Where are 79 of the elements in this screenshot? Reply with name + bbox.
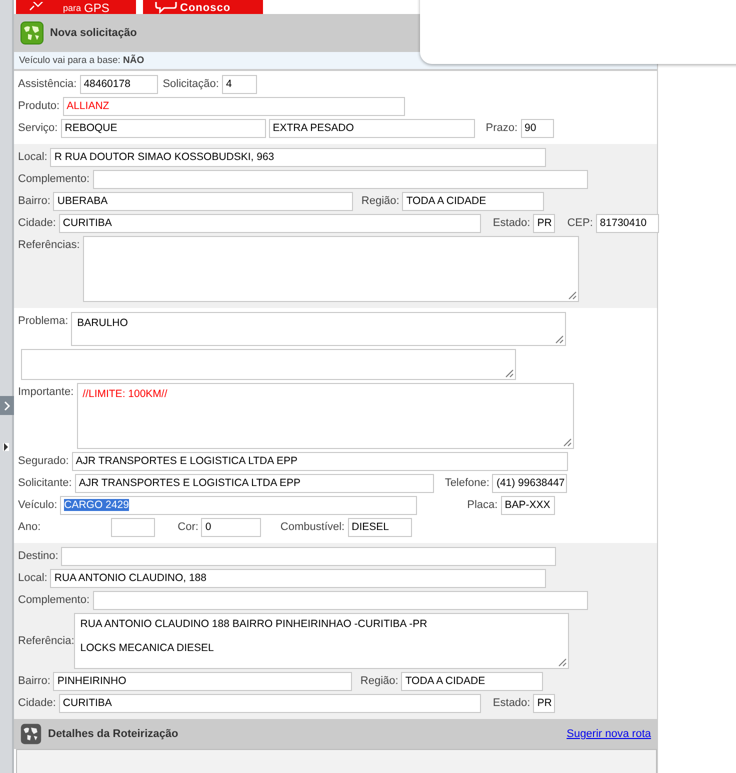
resize-grip-icon[interactable]	[568, 291, 577, 300]
panel-title: Detalhes da Roteirização	[48, 728, 178, 740]
base-notice: Veículo vai para a base: NÃO	[19, 55, 144, 66]
field-label: Complemento:	[18, 593, 90, 608]
input-field[interactable]: RUA ANTONIO CLAUDINO, 188	[50, 569, 546, 588]
field-label: Importante:	[18, 385, 74, 400]
field-label: Produto:	[18, 99, 60, 114]
input-field[interactable]: UBERABA	[53, 192, 354, 211]
input-field[interactable]	[92, 170, 588, 189]
field-label: Bairro:	[18, 194, 50, 209]
field-label: Local:	[18, 571, 48, 586]
input-field[interactable]: ALLIANZ	[62, 97, 405, 116]
speech-bubble-icon	[155, 2, 177, 14]
input-field[interactable]: PINHEIRINHO	[53, 672, 352, 691]
field-label: Combustível:	[280, 520, 345, 535]
globe-icon	[20, 21, 44, 45]
text-area[interactable]: //LIMITE: 100KM//	[76, 383, 574, 449]
suggest-route-link[interactable]: Sugerir nova rota	[566, 728, 651, 740]
input-field[interactable]	[92, 591, 588, 610]
resize-grip-icon[interactable]	[562, 438, 572, 447]
field-label: Serviço:	[18, 121, 58, 136]
input-field[interactable]: REBOQUE	[60, 119, 266, 138]
input-field[interactable]: 4	[222, 75, 257, 94]
globe-icon	[20, 723, 42, 745]
input-field[interactable]: AJR TRANSPORTES E LOGISTICA LTDA EPP	[72, 452, 568, 471]
field-label: Solicitação:	[162, 77, 219, 92]
resize-grip-icon[interactable]	[555, 335, 564, 344]
input-field[interactable]: TODA A CIDADE	[401, 672, 544, 691]
panel-title: Nova solicitação	[50, 27, 137, 39]
field-label: Segurado:	[18, 454, 69, 469]
input-field[interactable]: AJR TRANSPORTES E LOGISTICA LTDA EPP	[74, 474, 434, 493]
field-label: Placa:	[467, 498, 498, 513]
expand-tab[interactable]	[0, 396, 14, 415]
input-field[interactable]: DIESEL	[348, 518, 412, 537]
text-area[interactable]: RUA ANTONIO CLAUDINO 188 BAIRRO PINHEIRINHAO -CURITIBA -PR LOCKS MECANICA DIESEL	[74, 613, 570, 669]
field-label: Prazo:	[486, 121, 518, 136]
menu-button[interactable]: Conosco	[143, 0, 263, 14]
field-label: Cidade:	[18, 216, 56, 231]
input-field[interactable]: TODA A CIDADE	[402, 192, 544, 211]
field-label: Referência:	[18, 634, 74, 648]
menu-button[interactable]: para GPS	[16, 0, 136, 14]
input-field[interactable]: 0	[201, 518, 262, 537]
input-field[interactable]: CARGO 2429	[60, 496, 418, 515]
input-field[interactable]: PR	[533, 694, 556, 713]
input-field[interactable]: 81730410	[596, 214, 659, 233]
input-field[interactable]: 48460178	[80, 75, 158, 94]
input-field[interactable]: CURITIBA	[58, 214, 481, 233]
field-label: Veículo:	[18, 498, 58, 513]
input-field[interactable]: PR	[533, 214, 556, 233]
field-label: Estado:	[492, 696, 530, 711]
field-label: Ano:	[18, 520, 41, 535]
field-label: Destino:	[18, 549, 58, 564]
input-field[interactable]	[110, 518, 155, 537]
field-label: Bairro:	[18, 674, 50, 689]
field-label: Assistência:	[18, 77, 77, 92]
field-label: Solicitante:	[18, 476, 72, 491]
field-label: Cor:	[178, 520, 198, 535]
chevron-right-icon	[3, 400, 11, 410]
input-field[interactable]: BAP-XXX	[500, 496, 555, 515]
input-field[interactable]: 90	[520, 119, 554, 138]
field-label: Região:	[361, 194, 400, 209]
input-field[interactable]: EXTRA PESADO	[268, 119, 475, 138]
field-label: Local:	[18, 150, 48, 165]
input-field[interactable]: CURITIBA	[58, 694, 481, 713]
text-area[interactable]: BARULHO	[71, 312, 566, 346]
input-field[interactable]: (41) 99638447	[492, 474, 568, 493]
field-label: Cidade:	[18, 696, 56, 711]
input-field[interactable]: R RUA DOUTOR SIMAO KOSSOBUDSKI, 963	[50, 148, 546, 167]
field-label: CEP:	[567, 216, 593, 231]
resize-grip-icon[interactable]	[558, 658, 568, 667]
triangle-right-icon[interactable]	[3, 443, 9, 451]
field-label: Estado:	[492, 216, 530, 231]
field-label: Problema:	[18, 314, 68, 329]
field-label: Referências:	[18, 238, 80, 253]
resize-grip-icon[interactable]	[505, 369, 514, 378]
field-label: Região:	[360, 674, 398, 689]
field-label: Complemento:	[18, 172, 90, 187]
field-label: Telefone:	[444, 476, 490, 491]
input-field[interactable]	[61, 547, 556, 566]
